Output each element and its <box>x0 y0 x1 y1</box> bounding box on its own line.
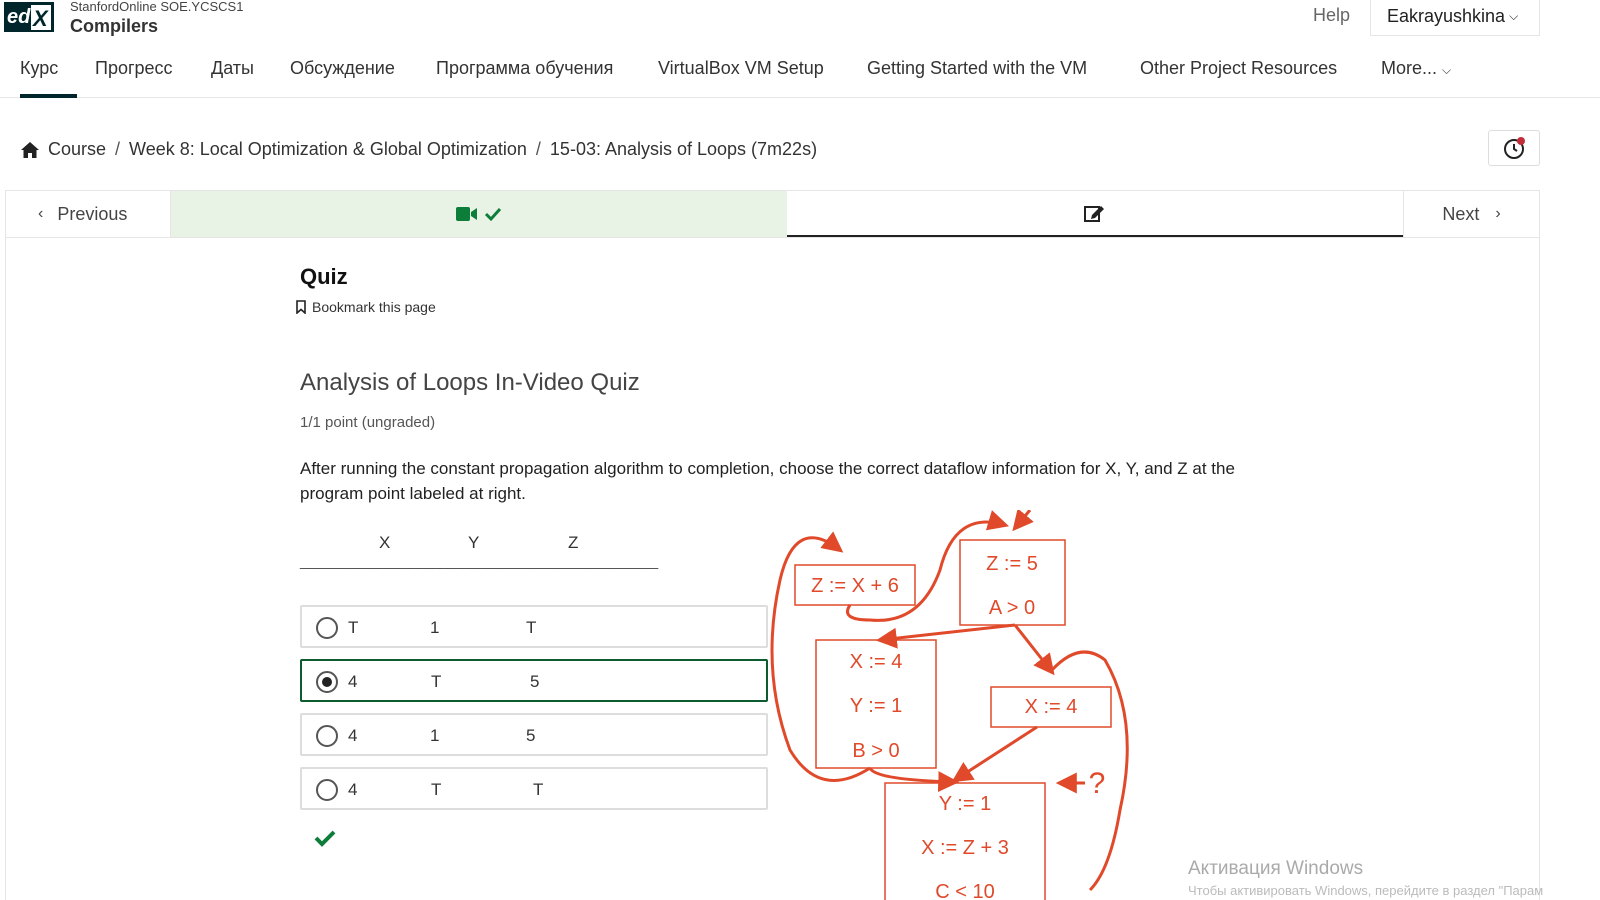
course-org: StanfordOnline SOE.YCSCS1 <box>70 0 244 14</box>
chevron-down-icon: ⌵ <box>1442 63 1452 77</box>
site-header: ed X StanfordOnline SOE.YCSCS1 Compilers… <box>0 0 1600 40</box>
answer-option-1[interactable]: T 1 T <box>300 605 768 648</box>
tab-dates[interactable]: Даты <box>211 58 254 98</box>
block-5-line-2: X := Z + 3 <box>921 837 1009 859</box>
check-icon <box>484 207 502 222</box>
block-1-line-1: Z := X + 6 <box>811 575 899 597</box>
option-y: 1 <box>430 726 440 745</box>
bookmark-button[interactable]: Bookmark this page <box>296 299 436 315</box>
home-icon <box>21 141 39 158</box>
breadcrumb: Course / Week 8: Local Optimization & Gl… <box>20 139 817 160</box>
sequence-navigation: ‹ Previous Next › <box>5 190 1540 238</box>
block-3-line-3: B > 0 <box>852 740 899 762</box>
answer-option-4[interactable]: 4 T T <box>300 767 768 810</box>
svg-text:ed: ed <box>7 6 31 28</box>
block-5-line-3: C < 10 <box>935 881 994 900</box>
block-2-line-1: Z := 5 <box>986 553 1038 575</box>
problem-question: After running the constant propagation a… <box>300 459 1235 503</box>
edx-logo[interactable]: ed X <box>4 2 54 32</box>
previous-button[interactable]: ‹ Previous <box>6 191 171 237</box>
control-flow-diagram: Z := X + 6 Z := 5 A > 0 X := 4 Y := 1 B … <box>770 510 1129 900</box>
tab-syllabus[interactable]: Программа обучения <box>436 58 613 98</box>
option-x: 4 <box>348 780 358 799</box>
tab-course[interactable]: Курс <box>20 58 77 98</box>
block-2-line-2: A > 0 <box>989 597 1035 619</box>
option-x: 4 <box>348 726 358 745</box>
option-z: T <box>533 780 544 799</box>
bookmark-label: Bookmark this page <box>312 299 436 315</box>
edit-icon <box>1084 206 1104 222</box>
option-y: T <box>431 780 442 799</box>
option-z: 5 <box>526 726 536 745</box>
bookmark-icon <box>296 300 306 314</box>
breadcrumb-separator: / <box>535 139 541 159</box>
radio-button[interactable] <box>316 617 338 639</box>
video-camera-icon <box>456 207 477 221</box>
radio-button-selected[interactable] <box>316 671 338 693</box>
tab-virtualbox-vm-setup[interactable]: VirtualBox VM Setup <box>658 58 824 98</box>
next-button[interactable]: Next › <box>1403 191 1539 237</box>
tab-other-project-resources[interactable]: Other Project Resources <box>1140 58 1337 98</box>
unit-title: Quiz <box>300 264 348 289</box>
chevron-right-icon: › <box>1495 205 1501 222</box>
radio-button[interactable] <box>316 725 338 747</box>
user-menu-button[interactable]: Eakrayushkina ⌵ <box>1370 0 1540 36</box>
column-header-x: X <box>379 533 391 552</box>
program-point-marker: ? <box>1089 767 1106 800</box>
breadcrumb-course[interactable]: Course <box>48 139 106 160</box>
block-5-line-1: Y := 1 <box>939 793 991 815</box>
radio-button[interactable] <box>316 779 338 801</box>
column-header-z: Z <box>568 533 579 552</box>
answer-option-2[interactable]: 4 T 5 <box>300 659 768 702</box>
problem-title: Analysis of Loops In-Video Quiz <box>300 369 640 396</box>
option-z: 5 <box>530 672 540 691</box>
breadcrumb-week[interactable]: Week 8: Local Optimization & Global Opti… <box>129 139 527 160</box>
column-header-y: Y <box>468 533 480 552</box>
column-header-rule: ________________________________________… <box>300 553 659 569</box>
course-tabs: Курс Прогресс Даты Обсуждение Программа … <box>0 52 1600 98</box>
breadcrumb-separator: / <box>115 139 121 159</box>
chevron-down-icon: ⌵ <box>1509 9 1519 23</box>
block-3-line-1: X := 4 <box>850 651 903 673</box>
tab-getting-started-vm[interactable]: Getting Started with the VM <box>867 58 1087 98</box>
option-x: 4 <box>348 672 358 691</box>
course-title: Compilers <box>70 16 159 36</box>
windows-activation-title: Активация Windows <box>1188 858 1364 879</box>
tab-progress[interactable]: Прогресс <box>95 58 173 98</box>
next-label: Next <box>1442 203 1480 224</box>
option-x: T <box>348 618 359 637</box>
clock-icon <box>1504 137 1525 159</box>
option-y: T <box>431 672 442 691</box>
chevron-left-icon: ‹ <box>38 205 44 222</box>
previous-label: Previous <box>57 203 128 224</box>
answer-option-3[interactable]: 4 1 5 <box>300 713 768 756</box>
breadcrumb-lesson[interactable]: 15-03: Analysis of Loops (7m22s) <box>550 139 817 160</box>
block-3-line-2: Y := 1 <box>850 695 902 717</box>
unit-problem-tab[interactable] <box>787 191 1403 237</box>
username: Eakrayushkina <box>1387 6 1506 26</box>
block-4-line-1: X := 4 <box>1025 696 1078 718</box>
tab-more[interactable]: More... ⌵ <box>1381 58 1451 98</box>
windows-activation-text: Чтобы активировать Windows, перейдите в … <box>1188 883 1544 898</box>
notification-tray-button[interactable] <box>1488 130 1540 166</box>
tab-discussion[interactable]: Обсуждение <box>290 58 395 98</box>
unit-video-tab[interactable] <box>171 191 787 237</box>
problem-points: 1/1 point (ungraded) <box>300 414 436 431</box>
correct-check-icon <box>314 830 336 847</box>
svg-text:X: X <box>31 6 49 31</box>
option-z: T <box>526 618 537 637</box>
option-y: 1 <box>430 618 440 637</box>
help-link[interactable]: Help <box>1313 5 1350 26</box>
